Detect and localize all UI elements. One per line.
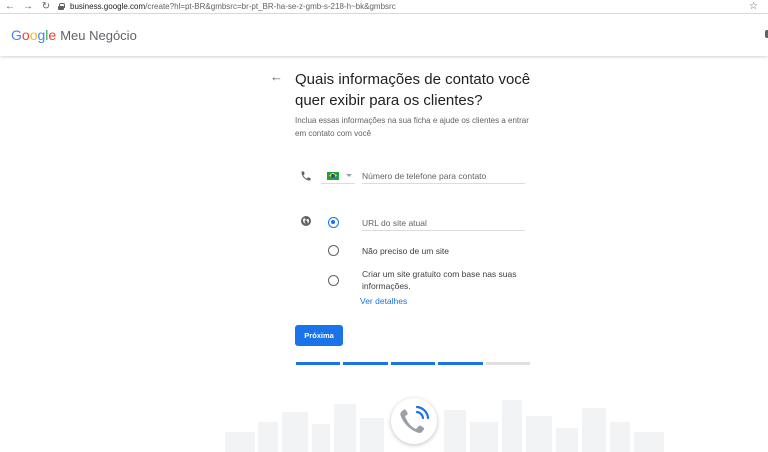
call-illustration bbox=[391, 398, 437, 444]
phone-ringing-icon bbox=[400, 405, 430, 434]
back-icon[interactable]: ← bbox=[4, 0, 16, 13]
page-title: Quais informações de contato você quer e… bbox=[295, 71, 531, 109]
progress-step bbox=[343, 362, 388, 365]
option-label-no-site[interactable]: Não preciso de um site bbox=[362, 246, 542, 258]
progress-step bbox=[438, 362, 483, 365]
radio-create-free-site[interactable] bbox=[328, 275, 339, 286]
brazil-flag-icon bbox=[327, 171, 339, 180]
website-url-input[interactable] bbox=[362, 215, 525, 231]
app-header: Google Meu Negócio bbox=[0, 14, 768, 56]
globe-icon bbox=[301, 216, 311, 226]
logo[interactable]: Google Meu Negócio bbox=[11, 27, 137, 43]
google-logo: Google bbox=[11, 27, 57, 43]
page-subtitle: Inclua essas informações na sua ficha e … bbox=[295, 116, 529, 138]
reload-icon[interactable]: ↻ bbox=[40, 0, 52, 13]
back-arrow-icon[interactable]: ← bbox=[270, 70, 283, 84]
next-button[interactable]: Próxima bbox=[295, 325, 343, 346]
forward-icon[interactable]: → bbox=[22, 0, 34, 13]
see-details-link[interactable]: Ver detalhes bbox=[360, 296, 407, 306]
browser-toolbar: ← → ↻ business.google.com/create?hl=pt-B… bbox=[0, 0, 768, 14]
address-bar[interactable]: business.google.com/create?hl=pt-BR&gmbs… bbox=[58, 0, 748, 13]
progress-step bbox=[390, 362, 436, 365]
product-name: Meu Negócio bbox=[60, 28, 137, 43]
phone-icon bbox=[301, 171, 311, 181]
country-code-select[interactable] bbox=[321, 168, 355, 184]
radio-current-site-url[interactable] bbox=[328, 217, 339, 228]
progress-step bbox=[485, 362, 531, 365]
progress-bar bbox=[296, 362, 531, 365]
lock-icon bbox=[58, 3, 65, 10]
url-path: /create?hl=pt-BR&gmbsrc=br-pt_BR-ha-se-z… bbox=[145, 2, 396, 11]
option-label-create-site[interactable]: Criar um site gratuito com base nas suas… bbox=[362, 269, 542, 292]
city-skyline-illustration bbox=[225, 400, 664, 452]
url-host: business.google.com bbox=[70, 2, 146, 11]
radio-no-site[interactable] bbox=[328, 245, 339, 256]
progress-step bbox=[296, 362, 341, 365]
phone-number-input[interactable] bbox=[362, 168, 525, 184]
star-icon[interactable]: ☆ bbox=[749, 0, 758, 13]
chevron-down-icon bbox=[346, 174, 352, 177]
